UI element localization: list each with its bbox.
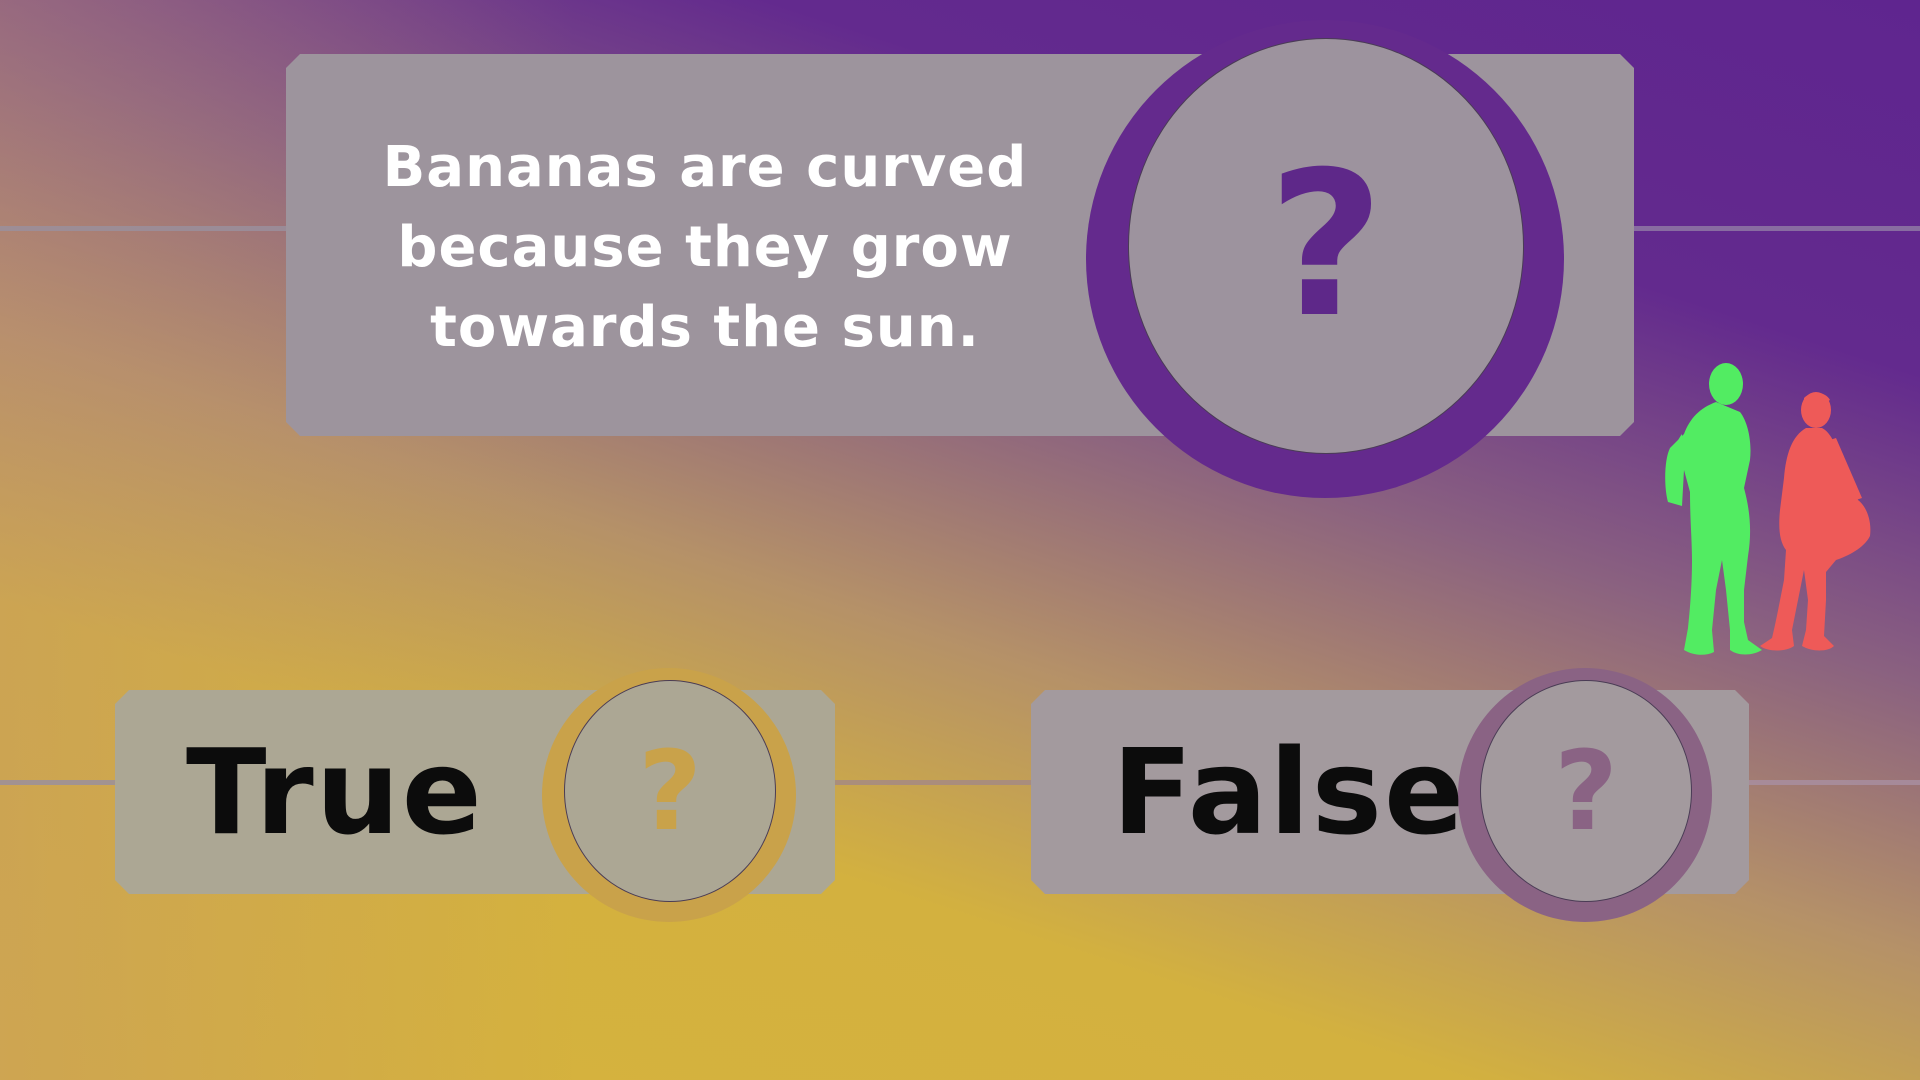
answer-true-icon-disc[interactable]: ? (564, 680, 776, 902)
question-mark-icon: ? (1267, 129, 1384, 362)
divider-line (0, 780, 120, 785)
question-mark-icon: ? (638, 727, 702, 855)
question-mark-icon: ? (1554, 727, 1618, 855)
people-silhouettes-icon (1665, 363, 1871, 655)
green-person-silhouette (1665, 363, 1762, 655)
answer-true-label[interactable]: True (186, 733, 484, 851)
question-icon-disc: ? (1128, 38, 1524, 454)
red-person-silhouette (1760, 392, 1871, 651)
divider-line (0, 226, 290, 231)
divider-line (1745, 780, 1920, 785)
question-text: Bananas are curved because they grow tow… (382, 135, 1028, 360)
answer-false-label[interactable]: False (1112, 733, 1466, 851)
divider-line (830, 780, 1035, 785)
divider-line (1630, 226, 1920, 231)
answer-false-icon-disc[interactable]: ? (1480, 680, 1692, 902)
